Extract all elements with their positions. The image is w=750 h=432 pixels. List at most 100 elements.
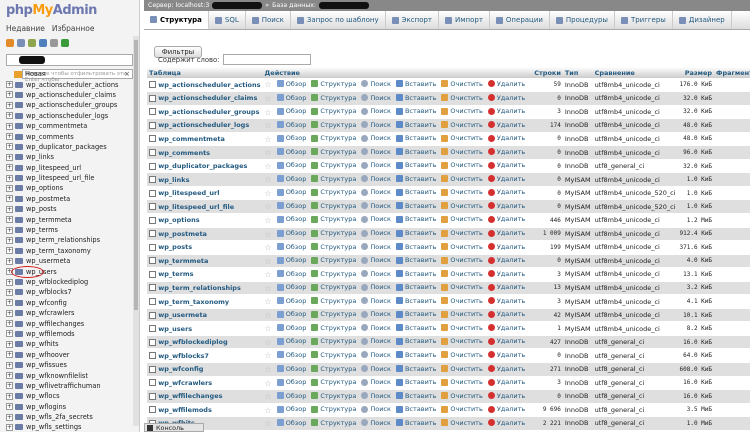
expand-icon[interactable]: +: [6, 403, 13, 411]
favorite-star-icon[interactable]: ☆: [265, 243, 272, 252]
expand-icon[interactable]: +: [6, 195, 13, 203]
browse-action[interactable]: Обзор: [276, 243, 306, 251]
drop-action[interactable]: Удалить: [487, 378, 525, 386]
search-action[interactable]: Поиск: [361, 188, 391, 196]
structure-action[interactable]: Структура: [311, 392, 356, 400]
insert-action[interactable]: Вставить: [395, 107, 436, 115]
structure-action[interactable]: Структура: [311, 351, 356, 359]
table-name-cell[interactable]: wp_commentmeta: [147, 132, 263, 147]
phpmyadmin-logo[interactable]: phpMyAdmin: [0, 0, 139, 22]
search-action[interactable]: Поиск: [361, 175, 391, 183]
empty-action[interactable]: Очистить: [441, 229, 483, 237]
empty-action[interactable]: Очистить: [441, 148, 483, 156]
drop-action[interactable]: Удалить: [487, 324, 525, 332]
search-action[interactable]: Поиск: [361, 134, 391, 142]
browse-action[interactable]: Обзор: [276, 337, 306, 345]
browse-action[interactable]: Обзор: [276, 256, 306, 264]
empty-action[interactable]: Очистить: [441, 270, 483, 278]
search-action[interactable]: Поиск: [361, 405, 391, 413]
tree-item-wp-wfcrawlers[interactable]: + wp_wfcrawlers: [6, 308, 131, 318]
table-name[interactable]: wp_terms: [158, 270, 193, 278]
tab-recent[interactable]: Недавние: [6, 24, 45, 33]
drop-action[interactable]: Удалить: [487, 243, 525, 251]
empty-action[interactable]: Очистить: [441, 365, 483, 373]
tree-item-wp-duplicator-packages[interactable]: + wp_duplicator_packages: [6, 142, 131, 152]
favorite-star-icon[interactable]: ☆: [265, 108, 272, 117]
favorite-star-icon[interactable]: ☆: [265, 392, 272, 401]
tree-item-wp-wfhits[interactable]: + wp_wfhits: [6, 339, 131, 349]
favorite-star-icon[interactable]: ☆: [265, 419, 272, 428]
col-size[interactable]: Размер: [677, 67, 715, 78]
tree-item-wp-posts[interactable]: + wp_posts: [6, 204, 131, 214]
drop-action[interactable]: Удалить: [487, 188, 525, 196]
favorite-star-icon[interactable]: ☆: [265, 202, 272, 211]
insert-action[interactable]: Вставить: [395, 337, 436, 345]
browse-action[interactable]: Обзор: [276, 324, 306, 332]
table-name-cell[interactable]: wp_wfblockediplog: [147, 335, 263, 350]
row-checkbox[interactable]: [149, 379, 156, 387]
expand-icon[interactable]: +: [6, 299, 13, 307]
insert-action[interactable]: Вставить: [395, 378, 436, 386]
tree-item-wp-comments[interactable]: + wp_comments: [6, 131, 131, 141]
table-name[interactable]: wp_options: [158, 216, 199, 224]
browse-action[interactable]: Обзор: [276, 392, 306, 400]
row-checkbox[interactable]: [149, 284, 156, 292]
favorite-star-icon[interactable]: ☆: [265, 406, 272, 415]
favorite-star-icon[interactable]: ☆: [265, 284, 272, 293]
insert-action[interactable]: Вставить: [395, 161, 436, 169]
search-action[interactable]: Поиск: [361, 229, 391, 237]
sql-docs-icon[interactable]: [39, 39, 47, 47]
expand-icon[interactable]: +: [6, 216, 13, 224]
browse-action[interactable]: Обзор: [276, 310, 306, 318]
tree-item-wp-wflogins[interactable]: + wp_wflogins: [6, 402, 131, 412]
browse-action[interactable]: Обзор: [276, 188, 306, 196]
browse-action[interactable]: Обзор: [276, 202, 306, 210]
row-checkbox[interactable]: [149, 216, 156, 224]
tree-item-wp-actionscheduler-actions[interactable]: + wp_actionscheduler_actions: [6, 79, 131, 89]
empty-action[interactable]: Очистить: [441, 256, 483, 264]
row-checkbox[interactable]: [149, 108, 156, 116]
empty-action[interactable]: Очистить: [441, 175, 483, 183]
empty-action[interactable]: Очистить: [441, 121, 483, 129]
empty-action[interactable]: Очистить: [441, 405, 483, 413]
insert-action[interactable]: Вставить: [395, 121, 436, 129]
row-checkbox[interactable]: [149, 149, 156, 156]
structure-action[interactable]: Структура: [311, 324, 356, 332]
table-name[interactable]: wp_termmeta: [158, 257, 208, 265]
expand-icon[interactable]: +: [6, 340, 13, 348]
table-name-cell[interactable]: wp_actionscheduler_groups: [147, 105, 263, 120]
settings-icon[interactable]: [50, 39, 58, 47]
structure-action[interactable]: Структура: [311, 161, 356, 169]
server-link[interactable]: Сервер: localhost:3: [148, 2, 209, 9]
tab-export[interactable]: Экспорт: [386, 11, 440, 29]
structure-action[interactable]: Структура: [311, 175, 356, 183]
expand-icon[interactable]: +: [6, 236, 13, 244]
empty-action[interactable]: Очистить: [441, 80, 483, 88]
table-name-cell[interactable]: wp_options: [147, 213, 263, 228]
expand-icon[interactable]: +: [6, 351, 13, 359]
drop-action[interactable]: Удалить: [487, 337, 525, 345]
favorite-star-icon[interactable]: ☆: [265, 338, 272, 347]
favorite-star-icon[interactable]: ☆: [265, 230, 272, 239]
left-scroll-thumb[interactable]: [134, 40, 138, 310]
expand-icon[interactable]: +: [6, 112, 13, 120]
insert-action[interactable]: Вставить: [395, 365, 436, 373]
table-name[interactable]: wp_actionscheduler_actions: [158, 81, 260, 89]
empty-action[interactable]: Очистить: [441, 215, 483, 223]
favorite-star-icon[interactable]: ☆: [265, 351, 272, 360]
home-icon[interactable]: [6, 39, 14, 47]
insert-action[interactable]: Вставить: [395, 215, 436, 223]
drop-action[interactable]: Удалить: [487, 107, 525, 115]
browse-action[interactable]: Обзор: [276, 270, 306, 278]
table-name[interactable]: wp_comments: [158, 149, 210, 157]
favorite-star-icon[interactable]: ☆: [265, 365, 272, 374]
empty-action[interactable]: Очистить: [441, 283, 483, 291]
structure-action[interactable]: Структура: [311, 283, 356, 291]
tree-item-wp-termmeta[interactable]: + wp_termmeta: [6, 214, 131, 224]
search-action[interactable]: Поиск: [361, 80, 391, 88]
empty-action[interactable]: Очистить: [441, 310, 483, 318]
table-name-cell[interactable]: wp_links: [147, 172, 263, 187]
expand-icon[interactable]: +: [6, 101, 13, 109]
browse-action[interactable]: Обзор: [276, 351, 306, 359]
search-action[interactable]: Поиск: [361, 270, 391, 278]
